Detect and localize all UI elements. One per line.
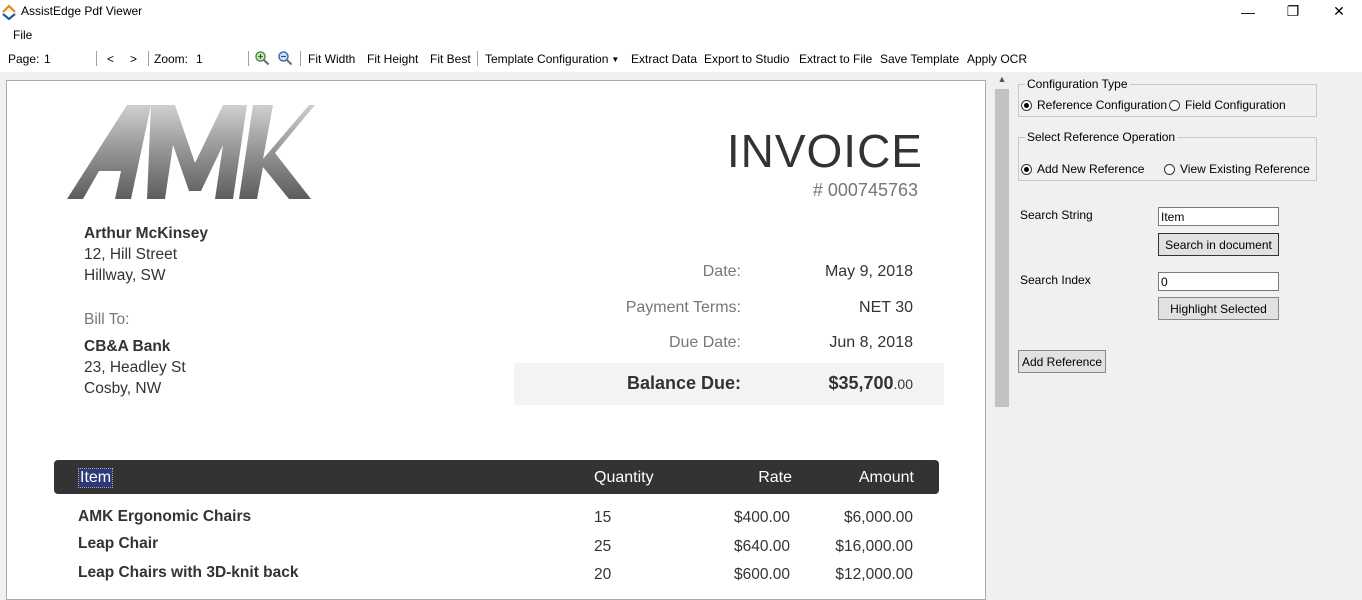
row-item: AMK Ergonomic Chairs — [78, 508, 252, 525]
highlight-selected-button[interactable]: Highlight Selected — [1158, 297, 1279, 320]
company-logo — [67, 105, 315, 199]
search-index-input[interactable] — [1158, 272, 1279, 291]
radio-unselected-icon — [1169, 99, 1180, 111]
page-label: Page: — [8, 52, 40, 66]
minimize-button[interactable]: — — [1225, 0, 1271, 23]
row-quantity: 15 — [594, 509, 612, 526]
row-amount: $12,000.00 — [835, 566, 913, 583]
row-quantity: 20 — [594, 566, 612, 583]
page-input[interactable] — [42, 49, 94, 69]
field-configuration-radio[interactable]: Field Configuration — [1169, 98, 1286, 112]
radio-selected-icon — [1021, 163, 1032, 175]
sender-address-line2: Hillway, SW — [84, 267, 166, 284]
sender-name: Arthur McKinsey — [84, 225, 209, 242]
due-date-label: Due Date: — [668, 334, 741, 351]
bill-to-label: Bill To: — [84, 311, 130, 328]
invoice-number: # 000745763 — [812, 180, 918, 200]
close-button[interactable]: ✕ — [1316, 0, 1362, 23]
row-rate: $400.00 — [733, 509, 790, 526]
extract-to-file-button[interactable]: Extract to File — [799, 52, 872, 66]
reference-configuration-radio[interactable]: Reference Configuration — [1021, 98, 1167, 112]
row-item: Leap Chairs with 3D-knit back — [78, 564, 299, 581]
column-header-item: Item — [77, 468, 114, 488]
search-string-label: Search String — [1020, 208, 1093, 222]
search-string-input[interactable] — [1158, 207, 1279, 226]
pdf-viewer[interactable]: INVOICE # 000745763 Arthur McKinsey 12, … — [0, 72, 1012, 600]
apply-ocr-button[interactable]: Apply OCR — [967, 52, 1027, 66]
toolbar-separator — [477, 51, 478, 66]
template-configuration-label: Template Configuration — [485, 52, 609, 66]
search-index-label: Search Index — [1020, 273, 1091, 287]
toolbar-separator — [96, 51, 97, 66]
pdf-page: INVOICE # 000745763 Arthur McKinsey 12, … — [6, 80, 986, 600]
column-header-quantity: Quantity — [594, 469, 654, 486]
balance-due-label: Balance Due: — [626, 373, 741, 393]
next-page-button[interactable]: > — [130, 52, 137, 66]
save-template-button[interactable]: Save Template — [880, 52, 959, 66]
search-in-document-button[interactable]: Search in document — [1158, 233, 1279, 256]
payment-terms-label: Payment Terms: — [625, 299, 741, 316]
app-logo-icon — [2, 4, 16, 20]
field-configuration-label: Field Configuration — [1185, 98, 1286, 112]
menu-bar: File — [0, 23, 1362, 46]
zoom-in-icon[interactable] — [254, 50, 270, 66]
restore-button[interactable]: ❐ — [1270, 0, 1316, 23]
add-new-reference-radio[interactable]: Add New Reference — [1021, 162, 1144, 176]
fit-width-button[interactable]: Fit Width — [308, 52, 355, 66]
reference-configuration-label: Reference Configuration — [1037, 98, 1168, 112]
scrollbar-thumb[interactable] — [995, 89, 1009, 407]
balance-due-cents: .00 — [893, 376, 913, 392]
view-existing-reference-label: View Existing Reference — [1180, 162, 1310, 176]
template-configuration-dropdown[interactable]: Template Configuration ▼ — [485, 52, 619, 66]
column-header-amount: Amount — [858, 469, 914, 486]
row-quantity: 25 — [594, 538, 612, 555]
export-to-studio-button[interactable]: Export to Studio — [704, 52, 789, 66]
sender-address-line1: 12, Hill Street — [84, 246, 178, 263]
invoice-title: INVOICE — [726, 125, 923, 177]
zoom-input[interactable] — [194, 49, 244, 69]
reference-operation-title: Select Reference Operation — [1025, 130, 1178, 144]
configuration-type-title: Configuration Type — [1025, 77, 1130, 91]
view-existing-reference-radio[interactable]: View Existing Reference — [1164, 162, 1310, 176]
row-rate: $640.00 — [733, 538, 790, 555]
balance-due-value: $35,700.00 — [828, 373, 913, 394]
items-table-header: Item Quantity Rate Amount — [54, 460, 939, 494]
toolbar: Page: < > Zoom: Fit Width Fit Height Fit… — [0, 46, 1362, 72]
fit-height-button[interactable]: Fit Height — [367, 52, 418, 66]
configuration-panel: Configuration Type Reference Configurati… — [1012, 72, 1362, 591]
column-header-rate: Rate — [758, 469, 792, 486]
title-bar: AssistEdge Pdf Viewer — ❐ ✕ — [0, 0, 1362, 23]
date-value: May 9, 2018 — [824, 263, 913, 280]
add-reference-button[interactable]: Add Reference — [1018, 350, 1106, 373]
row-item: Leap Chair — [78, 535, 159, 552]
radio-unselected-icon — [1164, 163, 1175, 175]
add-new-reference-label: Add New Reference — [1037, 162, 1145, 176]
dropdown-arrow-icon: ▼ — [611, 55, 620, 64]
recipient-address-line1: 23, Headley St — [84, 359, 186, 376]
window-title: AssistEdge Pdf Viewer — [21, 4, 143, 18]
extract-data-button[interactable]: Extract Data — [631, 52, 697, 66]
toolbar-separator — [248, 51, 249, 66]
viewer-scrollbar[interactable]: ▲ — [994, 72, 1010, 591]
due-date-value: Jun 8, 2018 — [829, 334, 913, 351]
menu-file[interactable]: File — [13, 28, 32, 42]
prev-page-button[interactable]: < — [107, 52, 114, 66]
zoom-label: Zoom: — [154, 52, 189, 66]
scroll-up-icon[interactable]: ▲ — [994, 74, 1010, 88]
radio-selected-icon — [1021, 99, 1032, 111]
toolbar-separator — [300, 51, 301, 66]
fit-best-button[interactable]: Fit Best — [430, 52, 471, 66]
balance-due-amount: $35,700 — [828, 373, 894, 393]
configuration-type-group: Configuration Type Reference Configurati… — [1018, 77, 1317, 117]
payment-terms-value: NET 30 — [859, 299, 913, 316]
date-label: Date: — [702, 263, 741, 280]
recipient-address-line2: Cosby, NW — [84, 380, 162, 397]
row-amount: $16,000.00 — [835, 538, 913, 555]
row-amount: $6,000.00 — [844, 509, 913, 526]
row-rate: $600.00 — [733, 566, 790, 583]
toolbar-separator — [148, 51, 149, 66]
zoom-out-icon[interactable] — [277, 50, 293, 66]
reference-operation-group: Select Reference Operation Add New Refer… — [1018, 130, 1317, 181]
recipient-name: CB&A Bank — [84, 338, 171, 355]
